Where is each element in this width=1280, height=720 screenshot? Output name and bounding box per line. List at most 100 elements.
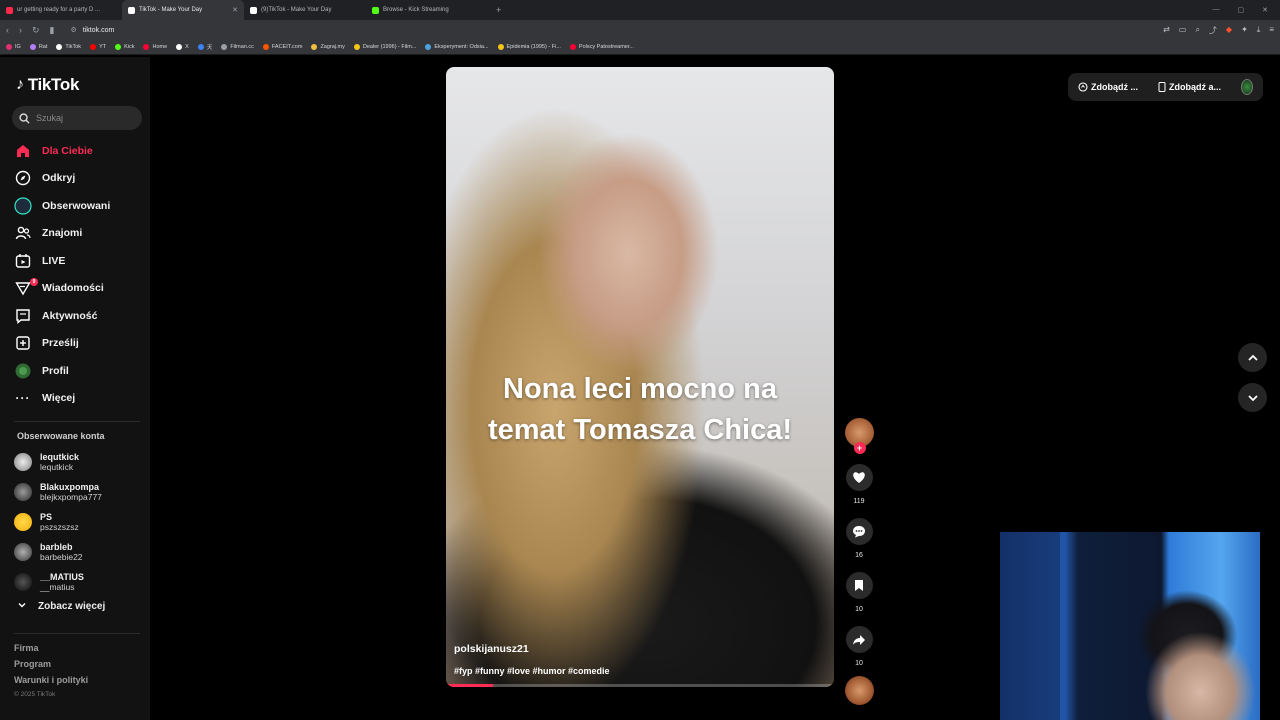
video-player[interactable]: Nona leci mocno na temat Tomasza Chica! … xyxy=(446,67,834,687)
copyright: © 2025 TikTok xyxy=(14,691,56,698)
close-tab-icon[interactable]: ✕ xyxy=(232,6,238,14)
sidebar-item-label: Więcej xyxy=(42,392,76,405)
following-account[interactable]: lequtkick lequtkick xyxy=(14,447,144,477)
share-arrow-icon[interactable] xyxy=(845,626,873,653)
bookmark-item[interactable]: Epidemia (1995) - Fi... xyxy=(497,44,561,50)
webcam-shadow xyxy=(1000,532,1060,720)
creator-avatar[interactable]: + xyxy=(844,418,874,454)
youtube-favicon-icon xyxy=(6,6,13,14)
avatar xyxy=(14,573,32,591)
following-account[interactable]: __MATIUS __matius xyxy=(14,567,144,597)
search-box[interactable] xyxy=(12,106,142,130)
account-name: lequtkick xyxy=(40,452,80,462)
see-more-button[interactable]: Zobacz więcej xyxy=(18,601,105,612)
search-input[interactable] xyxy=(36,113,132,123)
account-handle: blejkxpompa777 xyxy=(40,492,102,502)
video-author[interactable]: polskijanusz21 xyxy=(454,643,529,655)
bookmark-favicon-icon xyxy=(115,44,122,50)
bookmark-item[interactable]: Rat xyxy=(29,44,47,50)
following-account[interactable]: barbleb barbebie22 xyxy=(14,537,144,567)
avatar xyxy=(14,453,32,471)
bookmark-item[interactable]: X xyxy=(176,44,189,50)
sidebar-item-profile[interactable]: Profil xyxy=(14,357,144,385)
minimize-icon[interactable]: — xyxy=(1213,6,1220,14)
share-action[interactable]: 10 xyxy=(845,626,873,667)
like-action[interactable]: 119 xyxy=(845,464,873,505)
browser-tab[interactable]: Browse - Kick Streaming xyxy=(366,0,488,20)
bookmark-item[interactable]: Home xyxy=(143,44,167,50)
account-handle: __matius xyxy=(40,582,75,592)
bookmark-item[interactable]: YT xyxy=(90,44,106,50)
get-coins-button[interactable]: Zdobądź ... xyxy=(1078,82,1138,92)
sidebar-item-label: Znajomi xyxy=(42,227,83,240)
save-count: 10 xyxy=(855,606,863,613)
music-disc-icon[interactable] xyxy=(844,676,874,705)
brave-shield-icon[interactable]: ◆ xyxy=(1226,25,1232,36)
zoom-icon[interactable]: ⌕ xyxy=(1195,25,1199,36)
sidebar-item-live[interactable]: LIVE xyxy=(14,247,144,275)
sidebar-item-following[interactable]: Obserwowani xyxy=(14,192,144,220)
bookmark-item[interactable]: Eksperyment: Odsia... xyxy=(425,44,489,50)
cast-icon[interactable]: ▭ xyxy=(1179,25,1187,36)
maximize-icon[interactable]: ▢ xyxy=(1238,6,1245,14)
bookmark-item[interactable]: Filman.cc xyxy=(221,44,254,50)
bookmark-item[interactable]: Kick xyxy=(115,44,134,50)
bookmark-item[interactable]: 天 xyxy=(197,43,212,51)
close-window-icon[interactable]: ✕ xyxy=(1262,6,1268,14)
following-list: lequtkick lequtkick Blakuxpompa blejkxpomp… xyxy=(14,447,144,597)
more-icon: ··· xyxy=(15,391,31,406)
follow-plus-icon[interactable]: + xyxy=(853,442,866,454)
browser-tab-active[interactable]: TikTok - Make Your Day ✕ xyxy=(122,0,244,20)
bookmark-item[interactable]: Dealer (1996) - Film... xyxy=(353,44,416,50)
sidebar-item-friends[interactable]: Znajomi xyxy=(14,220,144,248)
comment-action[interactable]: 16 xyxy=(845,518,873,559)
site-info-icon[interactable]: ⚙ xyxy=(71,26,77,34)
url-field[interactable]: ⚙ tiktok.com xyxy=(65,23,1065,37)
sidebar-item-for-you[interactable]: Dla Ciebie xyxy=(14,137,144,165)
following-account[interactable]: Blakuxpompa blejkxpompa777 xyxy=(14,477,144,507)
sidebar-item-label: Dla Ciebie xyxy=(42,144,93,157)
extension-icon[interactable]: ✦ xyxy=(1241,25,1248,36)
previous-video-button[interactable] xyxy=(1238,343,1267,372)
bookmark-favicon-icon xyxy=(56,44,63,50)
bookmark-favicon-icon xyxy=(497,44,504,50)
footer-link[interactable]: Warunki i polityki xyxy=(14,675,88,685)
sidebar-item-activity[interactable]: Aktywność xyxy=(14,302,144,330)
menu-icon[interactable]: ≡ xyxy=(1269,25,1274,36)
profile-avatar-icon xyxy=(14,362,32,380)
sidebar-item-explore[interactable]: Odkryj xyxy=(14,165,144,193)
forward-icon[interactable]: › xyxy=(19,25,22,35)
video-hashtags[interactable]: #fyp #funny #love #humor #comedie xyxy=(454,666,610,676)
bookmark-item[interactable]: Polscy Patostreamer... xyxy=(569,44,634,50)
tiktok-logo[interactable]: ♪ TikTok xyxy=(16,75,79,95)
footer-link[interactable]: Firma xyxy=(14,643,88,653)
download-icon[interactable]: ⤓ xyxy=(1257,25,1261,36)
video-progress-bar[interactable] xyxy=(446,684,834,687)
new-tab-icon[interactable]: + xyxy=(488,5,509,15)
footer-link[interactable]: Program xyxy=(14,659,88,669)
bookmark-save-icon[interactable] xyxy=(845,572,873,599)
get-app-button[interactable]: Zdobądź a... xyxy=(1158,82,1221,92)
bookmark-item[interactable]: FACEIT.com xyxy=(262,44,302,50)
translate-icon[interactable]: ⇄ xyxy=(1163,25,1170,36)
browser-tab[interactable]: ur getting ready for a party D ... xyxy=(0,0,122,20)
next-video-button[interactable] xyxy=(1238,383,1267,412)
bookmark-item[interactable]: TikTok xyxy=(56,44,81,50)
bookmark-favicon-icon xyxy=(143,44,150,50)
sidebar-item-upload[interactable]: Prześlij xyxy=(14,330,144,358)
bookmark-item[interactable]: IG xyxy=(6,44,21,50)
back-icon[interactable]: ‹ xyxy=(6,25,9,35)
following-account[interactable]: PS pszszszsz xyxy=(14,507,144,537)
bookmark-item[interactable]: Zagraj.my xyxy=(311,44,345,50)
bookmark-favicon-icon xyxy=(221,44,228,50)
user-avatar[interactable] xyxy=(1241,79,1253,95)
bookmark-icon[interactable]: ▮ xyxy=(50,25,55,36)
reload-icon[interactable]: ↻ xyxy=(32,25,40,36)
sidebar-item-more[interactable]: ··· Więcej xyxy=(14,385,144,413)
heart-icon[interactable] xyxy=(845,464,873,491)
sidebar-item-messages[interactable]: 9 Wiadomości xyxy=(14,275,144,303)
browser-tab[interactable]: (9)TikTok - Make Your Day xyxy=(244,0,366,20)
share-icon[interactable]: ⤴ xyxy=(1209,25,1217,36)
save-action[interactable]: 10 xyxy=(845,572,873,613)
comment-icon[interactable] xyxy=(845,518,873,545)
